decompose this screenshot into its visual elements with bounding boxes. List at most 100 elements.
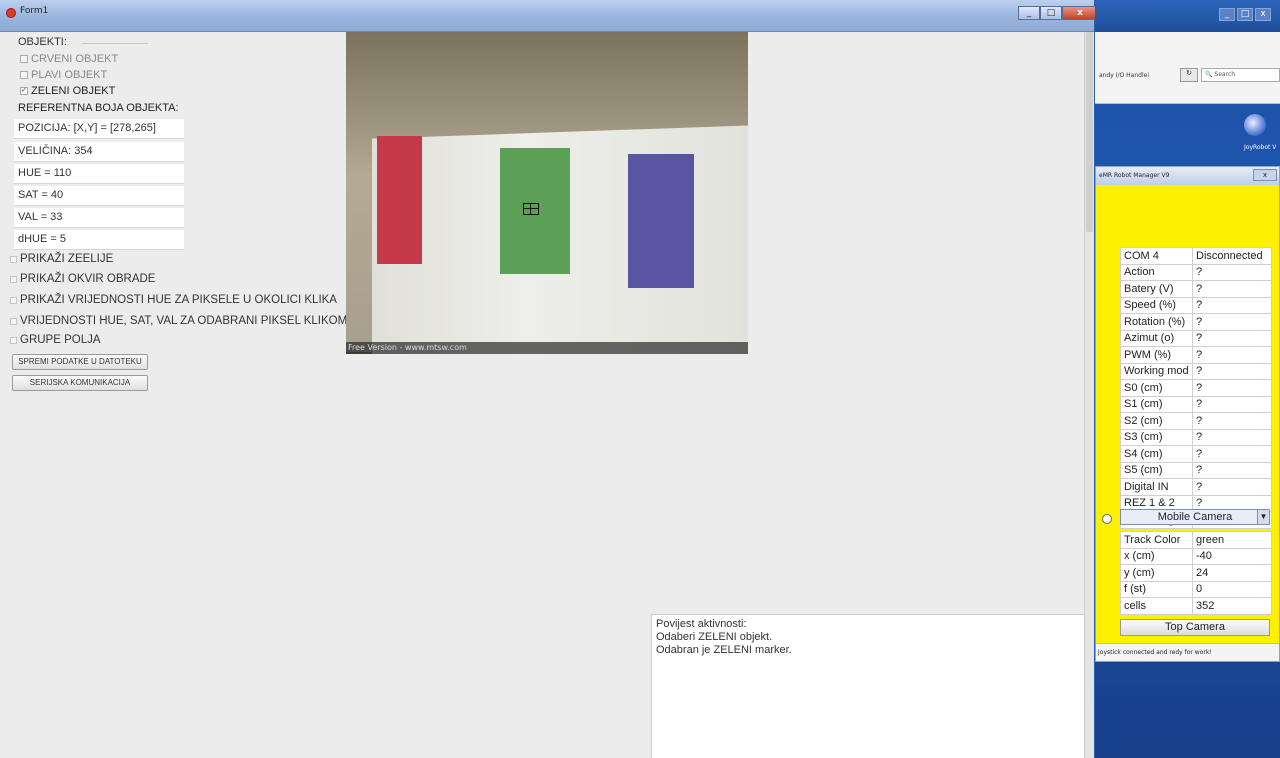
row-key: S5 (cm) [1120,461,1193,479]
window-title: Form1 [20,6,49,16]
option-label: VRIJEDNOSTI HUE, SAT, VAL ZA ODABRANI PI… [20,315,348,327]
row-value: ? [1192,362,1272,380]
row-value: 24 [1192,564,1272,582]
table-row: S0 (cm)? [1120,379,1272,397]
row-key: S2 (cm) [1120,412,1193,430]
browser-search-input[interactable]: 🔍 Search [1201,68,1280,82]
size-field: VELIČINA: 354 [14,142,184,162]
row-value: -40 [1192,547,1272,565]
table-row: Working mod? [1120,362,1272,380]
checkbox-red-object[interactable]: CRVENI OBJEKT [20,53,118,65]
checkbox-box[interactable] [10,296,17,304]
table-row: COM 4 Disconnected [1120,247,1272,265]
option-field-groups[interactable]: GRUPE POLJA [10,334,101,346]
option-show-hue-values[interactable]: PRIKAŽI VRIJEDNOSTI HUE ZA PIKSELE U OKO… [10,294,337,306]
joyrobot-desktop-icon[interactable]: JoyRobot V [1244,108,1280,151]
maximize-button[interactable]: □ [1040,6,1062,20]
position-field: POZICIJA: [X,Y] = [278,265] [14,119,184,139]
row-value: ? [1192,412,1272,430]
option-show-frame[interactable]: PRIKAŽI OKVIR OBRADE [10,273,155,285]
row-key: Action [1120,263,1193,281]
table-row: Batery (V)? [1120,280,1272,298]
row-key: Batery (V) [1120,280,1193,298]
sat-field: SAT = 40 [14,186,184,206]
table-row: Rotation (%)? [1120,313,1272,331]
row-value: 352 [1192,597,1272,615]
checkbox-green-object[interactable]: ✓ ZELENI OBJEKT [20,85,115,97]
objects-heading: OBJEKTI: [18,36,67,48]
row-value: 0 [1192,580,1272,598]
checkbox-box[interactable] [10,275,17,283]
checkbox-box[interactable] [10,317,17,325]
row-key: y (cm) [1120,564,1193,582]
camera-radio[interactable] [1102,514,1112,524]
checkbox-box[interactable] [20,71,28,79]
row-key: Speed (%) [1120,296,1193,314]
minimize-button[interactable]: _ [1018,6,1040,20]
desktop-minimize-button[interactable]: _ [1219,8,1235,21]
table-row: PWM (%)? [1120,346,1272,364]
row-value: ? [1192,379,1272,397]
browser-breadcrumb[interactable]: andy I/O Handlei [1099,72,1149,79]
camera-select[interactable]: Mobile Camera ▼ [1120,509,1270,525]
browser-nav-button[interactable]: ↻ [1180,68,1198,82]
checkbox-label: PLAVI OBJEKT [31,69,108,81]
desktop-close-button[interactable]: x [1255,8,1271,21]
left-panel [0,32,345,758]
tracking-table: Track Color green x (cm) -40 y (cm) 24 f (st) 0… [1120,531,1272,615]
checkbox-blue-object[interactable]: PLAVI OBJEKT [20,69,107,81]
checkbox-label: CRVENI OBJEKT [31,53,119,65]
checkbox-box[interactable] [10,255,17,263]
save-data-button[interactable]: SPREMI PODATKE U DATOTEKU [12,354,148,370]
val-field: VAL = 33 [14,208,184,228]
search-placeholder: Search [1214,71,1236,78]
robot-manager-window: eMR Robot Manager V9 x COM 4 Disconnected… [1095,166,1280,662]
row-key: COM 4 [1120,247,1193,265]
row-key: Track Color [1120,531,1193,549]
chevron-down-icon[interactable]: ▼ [1257,510,1269,524]
checkbox-label: ZELENI OBJEKT [31,85,116,97]
row-value: ? [1192,461,1272,479]
camera-view[interactable]: Free Version - www.mtsw.com [346,32,748,354]
row-value: Disconnected [1192,247,1272,265]
checkbox-box[interactable] [20,55,28,63]
desktop-icon-label: JoyRobot V [1244,144,1277,151]
row-key: Working mod [1120,362,1193,380]
option-show-cells[interactable]: PRIKAŽI ZEELIJE [10,253,113,265]
option-label: PRIKAŽI OKVIR OBRADE [20,273,156,285]
table-row: f (st) 0 [1120,580,1272,598]
top-camera-button[interactable]: Top Camera [1120,619,1270,636]
log-line: Povijest aktivnosti: [656,618,747,630]
row-value: ? [1192,428,1272,446]
robot-manager-close-button[interactable]: x [1253,169,1277,181]
checkbox-box-checked[interactable]: ✓ [20,87,28,95]
row-value: ? [1192,346,1272,364]
option-pixel-values[interactable]: VRIJEDNOSTI HUE, SAT, VAL ZA ODABRANI PI… [10,315,347,327]
desktop-maximize-button[interactable]: □ [1237,8,1253,21]
ref-color-label: REFERENTNA BOJA OBJEKTA: [18,102,179,114]
robot-manager-title[interactable]: eMR Robot Manager V9 [1096,167,1279,185]
log-line: Odabran je ZELENI marker. [656,644,792,656]
table-row: S1 (cm)? [1120,395,1272,413]
activity-log[interactable]: Povijest aktivnosti: Odaberi ZELENI obje… [651,614,1084,758]
table-row: x (cm) -40 [1120,547,1272,565]
table-row: S5 (cm)? [1120,461,1272,479]
red-strip [377,136,422,264]
row-value: ? [1192,478,1272,496]
blue-strip [628,154,694,288]
table-row: S4 (cm)? [1120,445,1272,463]
checkbox-box[interactable] [10,336,17,344]
log-line: Odaberi ZELENI objekt. [656,631,773,643]
table-row: y (cm) 24 [1120,564,1272,582]
table-row: S2 (cm)? [1120,412,1272,430]
objects-divider [82,43,148,44]
serial-comm-button[interactable]: SERIJSKA KOMUNIKACIJA [12,375,148,391]
close-button[interactable]: x [1062,6,1098,20]
table-row: Track Color green [1120,531,1272,549]
table-row: S3 (cm)? [1120,428,1272,446]
form-titlebar[interactable]: Form1 _ □ x [0,0,1098,32]
vertical-scrollbar[interactable] [1084,32,1094,758]
robot-manager-status: Joystick connected and redy for work! [1096,643,1279,661]
app-icon [6,8,16,18]
scrollbar-thumb[interactable] [1086,32,1093,232]
